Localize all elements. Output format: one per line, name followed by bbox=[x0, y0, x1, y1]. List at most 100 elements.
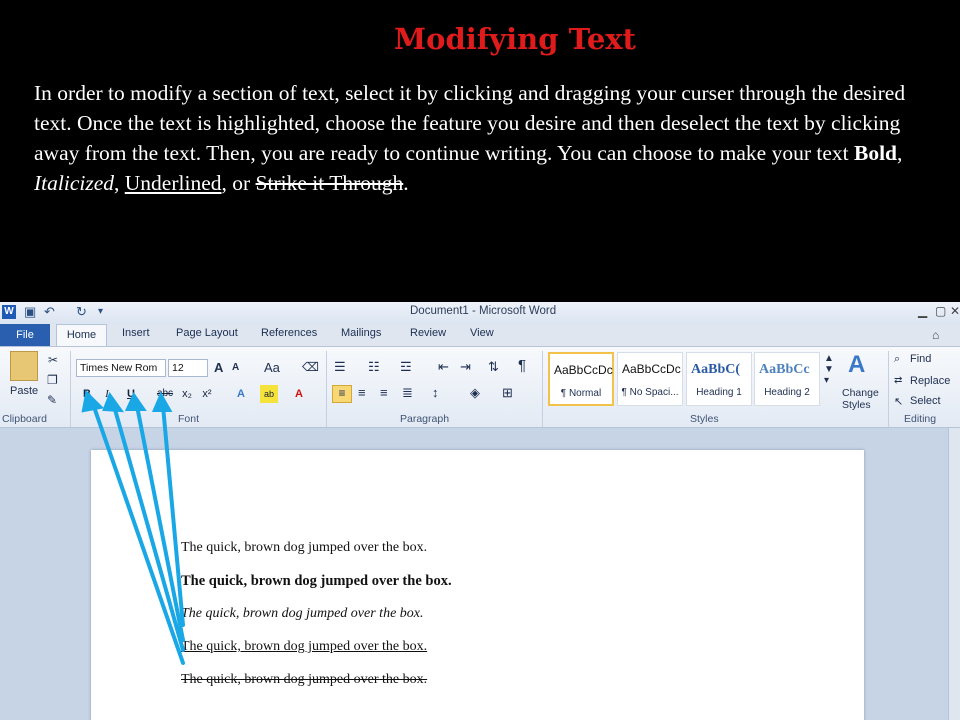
font-size-combo[interactable]: 12 bbox=[168, 359, 208, 377]
copy-icon[interactable]: ❐ bbox=[47, 373, 58, 387]
tab-home[interactable]: Home bbox=[56, 324, 107, 347]
italic-example: Italicized bbox=[34, 171, 115, 195]
superscript-button[interactable]: x² bbox=[198, 385, 216, 403]
paste-button[interactable]: Paste bbox=[10, 385, 38, 397]
redo-icon[interactable]: ↻ bbox=[76, 304, 87, 320]
body-separator: , or bbox=[221, 171, 256, 195]
shrink-font-icon[interactable]: A bbox=[232, 362, 239, 373]
tab-view[interactable]: View bbox=[470, 327, 494, 339]
ribbon-home: Paste ✂ ❐ ✎ Clipboard Times New Rom 12 A… bbox=[0, 346, 960, 428]
sample-line-regular: The quick, brown dog jumped over the box… bbox=[181, 540, 428, 555]
sample-line-italic: The quick, brown dog jumped over the box… bbox=[181, 606, 424, 621]
tab-references[interactable]: References bbox=[261, 327, 317, 339]
styles-scroll-icon[interactable]: ▲ ▼ ▾ bbox=[824, 353, 834, 386]
style-normal[interactable]: AaBbCcDc ¶ Normal bbox=[548, 352, 614, 406]
line-spacing-icon[interactable]: ↕ bbox=[432, 385, 439, 400]
tab-review[interactable]: Review bbox=[410, 327, 446, 339]
select-button[interactable]: Select bbox=[910, 395, 941, 407]
tab-page-layout[interactable]: Page Layout bbox=[176, 327, 238, 339]
help-icon[interactable]: ⌂ bbox=[932, 328, 939, 342]
style-name: ¶ Normal bbox=[560, 388, 602, 399]
divider bbox=[326, 351, 327, 427]
tab-insert[interactable]: Insert bbox=[122, 327, 150, 339]
shading-icon[interactable]: ◈ bbox=[470, 385, 480, 401]
font-name-combo[interactable]: Times New Rom bbox=[76, 359, 166, 377]
save-icon[interactable]: ▣ bbox=[24, 304, 36, 320]
sample-line-bold: The quick, brown dog jumped over the box… bbox=[181, 573, 452, 589]
style-sample: AaBbCcDc bbox=[622, 362, 681, 376]
cut-icon[interactable]: ✂ bbox=[48, 353, 58, 367]
style-name: Heading 1 bbox=[696, 387, 742, 398]
replace-icon[interactable]: ⇄ bbox=[894, 375, 902, 386]
window-title: Document1 - Microsoft Word bbox=[410, 305, 557, 317]
subscript-button[interactable]: x₂ bbox=[178, 385, 196, 403]
replace-button[interactable]: Replace bbox=[910, 375, 950, 387]
highlight-color-icon[interactable]: ab bbox=[260, 385, 278, 403]
change-case-icon[interactable]: Aa bbox=[264, 360, 280, 375]
find-button[interactable]: Find bbox=[910, 353, 931, 365]
show-formatting-icon[interactable]: ¶ bbox=[518, 357, 526, 374]
text-effects-icon[interactable]: A bbox=[232, 385, 250, 403]
style-heading-2[interactable]: AaBbCc Heading 2 bbox=[754, 352, 820, 406]
style-sample: AaBbCcDc bbox=[554, 363, 613, 377]
ribbon-tabs: File Home Insert Page Layout References … bbox=[0, 324, 960, 347]
body-end: . bbox=[403, 171, 409, 195]
title-bar: W ▣ ↶ ↻ ▾ Document1 - Microsoft Word ▁ ▢… bbox=[0, 302, 960, 324]
clear-formatting-icon[interactable]: ⌫ bbox=[302, 360, 319, 374]
select-icon[interactable]: ↖ bbox=[894, 395, 903, 408]
tab-mailings[interactable]: Mailings bbox=[341, 327, 381, 339]
align-left-icon[interactable]: ≡ bbox=[332, 385, 352, 403]
clipboard-group-label: Clipboard bbox=[2, 413, 47, 425]
style-name: Heading 2 bbox=[764, 387, 810, 398]
minimize-icon[interactable]: ▁ bbox=[918, 304, 927, 318]
style-no-spacing[interactable]: AaBbCcDc ¶ No Spaci... bbox=[617, 352, 683, 406]
editing-group-label: Editing bbox=[904, 413, 937, 425]
slide-title: Modifying Text bbox=[394, 22, 636, 56]
word-app-icon[interactable]: W bbox=[2, 305, 16, 319]
body-separator: , bbox=[114, 171, 125, 195]
align-right-icon[interactable]: ≡ bbox=[380, 385, 388, 400]
body-intro: In order to modify a section of text, se… bbox=[34, 81, 906, 165]
maximize-icon[interactable]: ▢ bbox=[935, 304, 946, 318]
customize-qat-icon[interactable]: ▾ bbox=[98, 306, 103, 317]
underline-button[interactable]: U bbox=[122, 385, 140, 403]
divider bbox=[888, 351, 889, 427]
grow-font-icon[interactable]: A bbox=[214, 360, 223, 375]
styles-group-label: Styles bbox=[690, 413, 719, 425]
tab-file[interactable]: File bbox=[0, 324, 50, 346]
style-heading-1[interactable]: AaBbC( Heading 1 bbox=[686, 352, 752, 406]
decrease-indent-icon[interactable]: ⇤ bbox=[438, 359, 449, 375]
divider bbox=[542, 351, 543, 427]
slide-body-text: In order to modify a section of text, se… bbox=[34, 78, 934, 198]
bullets-icon[interactable]: ☰ bbox=[334, 359, 346, 375]
increase-indent-icon[interactable]: ⇥ bbox=[460, 359, 471, 375]
document-area: The quick, brown dog jumped over the box… bbox=[0, 428, 960, 720]
sort-icon[interactable]: ⇅ bbox=[488, 359, 499, 375]
italic-button[interactable]: I bbox=[98, 385, 116, 403]
document-page[interactable]: The quick, brown dog jumped over the box… bbox=[91, 450, 864, 720]
numbering-icon[interactable]: ☷ bbox=[368, 359, 380, 375]
align-center-icon[interactable]: ≡ bbox=[358, 385, 366, 400]
font-color-icon[interactable]: A bbox=[290, 385, 308, 403]
change-styles-icon[interactable]: A bbox=[848, 351, 865, 379]
format-painter-icon[interactable]: ✎ bbox=[47, 393, 57, 407]
multilevel-list-icon[interactable]: ☲ bbox=[400, 359, 412, 375]
font-group-label: Font bbox=[178, 413, 200, 425]
paste-icon[interactable] bbox=[10, 351, 38, 381]
body-separator: , bbox=[897, 141, 903, 165]
bold-button[interactable]: B bbox=[78, 385, 96, 403]
vertical-ruler bbox=[948, 428, 960, 720]
style-sample: AaBbC( bbox=[691, 362, 741, 377]
word-window: W ▣ ↶ ↻ ▾ Document1 - Microsoft Word ▁ ▢… bbox=[0, 302, 960, 720]
sample-line-strikethrough: The quick, brown dog jumped over the box… bbox=[181, 672, 428, 687]
borders-icon[interactable]: ⊞ bbox=[502, 385, 513, 401]
strikethrough-button[interactable]: abc bbox=[154, 385, 176, 403]
close-icon[interactable]: ✕ bbox=[950, 304, 960, 318]
divider bbox=[70, 351, 71, 427]
undo-icon[interactable]: ↶ bbox=[44, 304, 55, 320]
underline-example: Underlined bbox=[124, 171, 222, 195]
change-styles-button[interactable]: Change Styles bbox=[842, 387, 882, 411]
justify-icon[interactable]: ≣ bbox=[402, 385, 413, 401]
strike-example: Strike it Through bbox=[255, 171, 404, 195]
find-icon[interactable]: ⌕ bbox=[894, 353, 900, 366]
